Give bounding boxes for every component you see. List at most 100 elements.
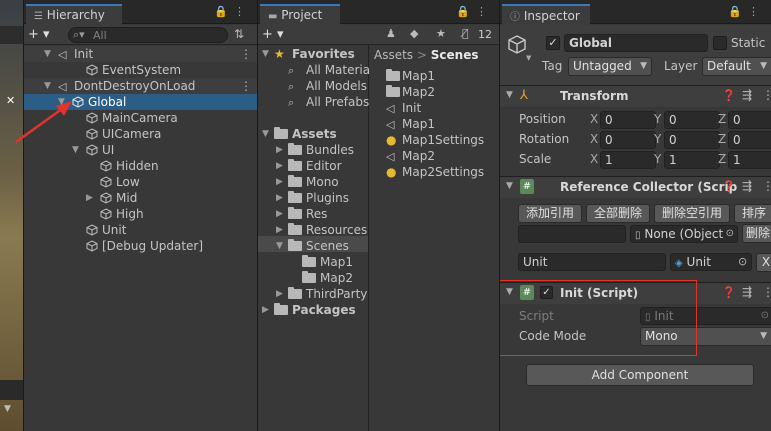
- fold-triangle-icon[interactable]: ▶: [276, 222, 286, 238]
- axis-label-z[interactable]: Z: [718, 152, 726, 166]
- axis-label-x[interactable]: X: [590, 112, 598, 126]
- fold-triangle-icon[interactable]: ▼: [506, 181, 513, 191]
- transform-z-field[interactable]: 0: [728, 111, 771, 129]
- hierarchy-row[interactable]: ▼ ◁ Init ⋮: [24, 46, 257, 62]
- breadcrumb-scenes[interactable]: Scenes: [431, 48, 479, 62]
- fold-triangle-icon[interactable]: ▶: [276, 286, 286, 302]
- tag-dropdown[interactable]: Untagged ▼: [568, 57, 652, 76]
- project-file-item[interactable]: ◁ Init: [386, 100, 421, 116]
- project-tree-item[interactable]: ▼ Assets: [258, 126, 368, 142]
- search-by-type-icon[interactable]: ♟: [386, 27, 396, 40]
- static-checkbox[interactable]: [713, 36, 727, 50]
- tab-inspector[interactable]: ⓘ Inspector: [502, 4, 590, 25]
- project-tree-item[interactable]: ▶ Editor: [258, 158, 368, 174]
- project-tree-item[interactable]: ▶ ThirdParty: [258, 286, 368, 302]
- project-file-item[interactable]: Map2: [386, 84, 435, 100]
- hierarchy-row[interactable]: ▼ UI: [24, 142, 257, 158]
- project-tree-item[interactable]: ▶ Mono: [258, 174, 368, 190]
- transform-z-field[interactable]: 1: [728, 151, 771, 169]
- project-tree-item[interactable]: ⌕ All Prefabs: [258, 94, 369, 110]
- component-menu-icon[interactable]: ⋮: [762, 88, 771, 102]
- project-tree-item[interactable]: ▶ Bundles: [258, 142, 368, 158]
- fold-triangle-icon[interactable]: ▶: [276, 174, 286, 190]
- add-reference-button[interactable]: 添加引用: [518, 204, 582, 223]
- fold-triangle-icon[interactable]: ▼: [262, 46, 272, 62]
- delete-all-button[interactable]: 全部删除: [586, 204, 650, 223]
- inspector-tab-menu-icon[interactable]: 🔒⋮: [728, 5, 765, 18]
- delete-button[interactable]: 删除: [742, 224, 771, 243]
- transform-header[interactable]: ▼ ⅄ Transform ❓ ⇶ ⋮: [500, 85, 771, 107]
- axis-label-z[interactable]: Z: [718, 132, 726, 146]
- project-tab-menu-icon[interactable]: 🔒⋮: [456, 5, 493, 18]
- hidden-packages-icon[interactable]: 👁̸: [462, 27, 469, 40]
- project-tree-item[interactable]: Map2: [258, 270, 368, 286]
- scene-view[interactable]: ✕ ▼: [0, 0, 23, 431]
- fold-triangle-icon[interactable]: ▶: [86, 190, 96, 206]
- preset-icon[interactable]: ⇶: [742, 179, 752, 193]
- axis-label-y[interactable]: Y: [654, 152, 661, 166]
- refcollector-header[interactable]: ▼ # Reference Collector (Scrip ❓ ⇶ ⋮: [500, 176, 771, 198]
- fold-triangle-icon[interactable]: ▶: [262, 302, 272, 318]
- project-tree-item[interactable]: ▼ ★ Favorites: [258, 46, 368, 62]
- gameobject-name-field[interactable]: Global: [564, 34, 708, 52]
- scene-scrollbar[interactable]: [0, 380, 23, 400]
- fold-triangle-icon[interactable]: ▶: [276, 158, 286, 174]
- hierarchy-row[interactable]: Hidden: [24, 158, 257, 174]
- fold-triangle-icon[interactable]: ▼: [506, 90, 513, 100]
- component-menu-icon[interactable]: ⋮: [762, 179, 771, 193]
- project-tree-item[interactable]: ▼ Scenes: [258, 238, 368, 254]
- project-file-item[interactable]: Map1: [386, 68, 435, 84]
- preset-icon[interactable]: ⇶: [742, 88, 752, 102]
- gameobject-cube-icon[interactable]: [506, 34, 528, 56]
- transform-z-field[interactable]: 0: [728, 131, 771, 149]
- hierarchy-search-input[interactable]: ⌕▾ All: [68, 27, 228, 43]
- fold-triangle-icon[interactable]: ▶: [276, 206, 286, 222]
- scene-menu-icon[interactable]: ⋮: [240, 46, 252, 62]
- help-icon[interactable]: ❓: [722, 89, 736, 102]
- project-tree-item[interactable]: ▶ Packages: [258, 302, 368, 318]
- hierarchy-tab-menu-icon[interactable]: 🔒⋮: [214, 5, 251, 18]
- project-tree-item[interactable]: ▶ Res: [258, 206, 368, 222]
- project-tree-item[interactable]: ⌕ All Materia: [258, 62, 370, 78]
- fold-triangle-icon[interactable]: ▼: [58, 94, 68, 110]
- fold-triangle-icon[interactable]: ▼: [276, 238, 286, 254]
- hierarchy-row[interactable]: Unit: [24, 222, 257, 238]
- delete-empty-button[interactable]: 删除空引用: [654, 204, 730, 223]
- project-file-item[interactable]: ● Map2Settings: [386, 164, 484, 180]
- transform-x-field[interactable]: 0: [600, 111, 656, 129]
- project-file-item[interactable]: ◁ Map2: [386, 148, 435, 164]
- object-picker-icon[interactable]: ⊙: [738, 255, 747, 268]
- axis-label-z[interactable]: Z: [718, 112, 726, 126]
- favorite-star-icon[interactable]: ★: [436, 27, 446, 40]
- gameobject-icon-dropdown[interactable]: ▼: [526, 54, 531, 62]
- fold-triangle-icon[interactable]: ▼: [262, 126, 272, 142]
- scene-dropdown[interactable]: ▼: [4, 404, 22, 420]
- project-tree-item[interactable]: Map1: [258, 254, 368, 270]
- scene-menu-icon[interactable]: ⋮: [240, 78, 252, 94]
- hierarchy-row[interactable]: UICamera: [24, 126, 257, 142]
- help-icon[interactable]: ❓: [722, 180, 736, 193]
- fold-triangle-icon[interactable]: ▶: [276, 190, 286, 206]
- sort-button[interactable]: 排序: [734, 204, 771, 223]
- active-checkbox[interactable]: ✓: [546, 36, 560, 50]
- hierarchy-row[interactable]: MainCamera: [24, 110, 257, 126]
- fold-triangle-icon[interactable]: ▼: [44, 78, 54, 94]
- add-component-button[interactable]: Add Component: [526, 364, 754, 386]
- axis-label-x[interactable]: X: [590, 152, 598, 166]
- fold-triangle-icon[interactable]: ▶: [276, 142, 286, 158]
- transform-x-field[interactable]: 0: [600, 131, 656, 149]
- axis-label-y[interactable]: Y: [654, 132, 661, 146]
- axis-label-x[interactable]: X: [590, 132, 598, 146]
- component-menu-icon[interactable]: ⋮: [762, 285, 771, 299]
- project-tree-item[interactable]: ⌕ All Models: [258, 78, 368, 94]
- axis-label-y[interactable]: Y: [654, 112, 661, 126]
- hierarchy-row[interactable]: EventSystem: [24, 62, 257, 78]
- hierarchy-add-button[interactable]: + ▾: [28, 27, 50, 42]
- label-icon[interactable]: ◆: [410, 27, 418, 40]
- preset-icon[interactable]: ⇶: [742, 285, 752, 299]
- none-object-field[interactable]: ▯ None (Object ⊙: [630, 225, 738, 243]
- tab-project[interactable]: ▬ Project: [260, 4, 340, 25]
- hierarchy-row[interactable]: Low: [24, 174, 257, 190]
- breadcrumb-assets[interactable]: Assets: [374, 48, 413, 62]
- project-file-item[interactable]: ◁ Map1: [386, 116, 435, 132]
